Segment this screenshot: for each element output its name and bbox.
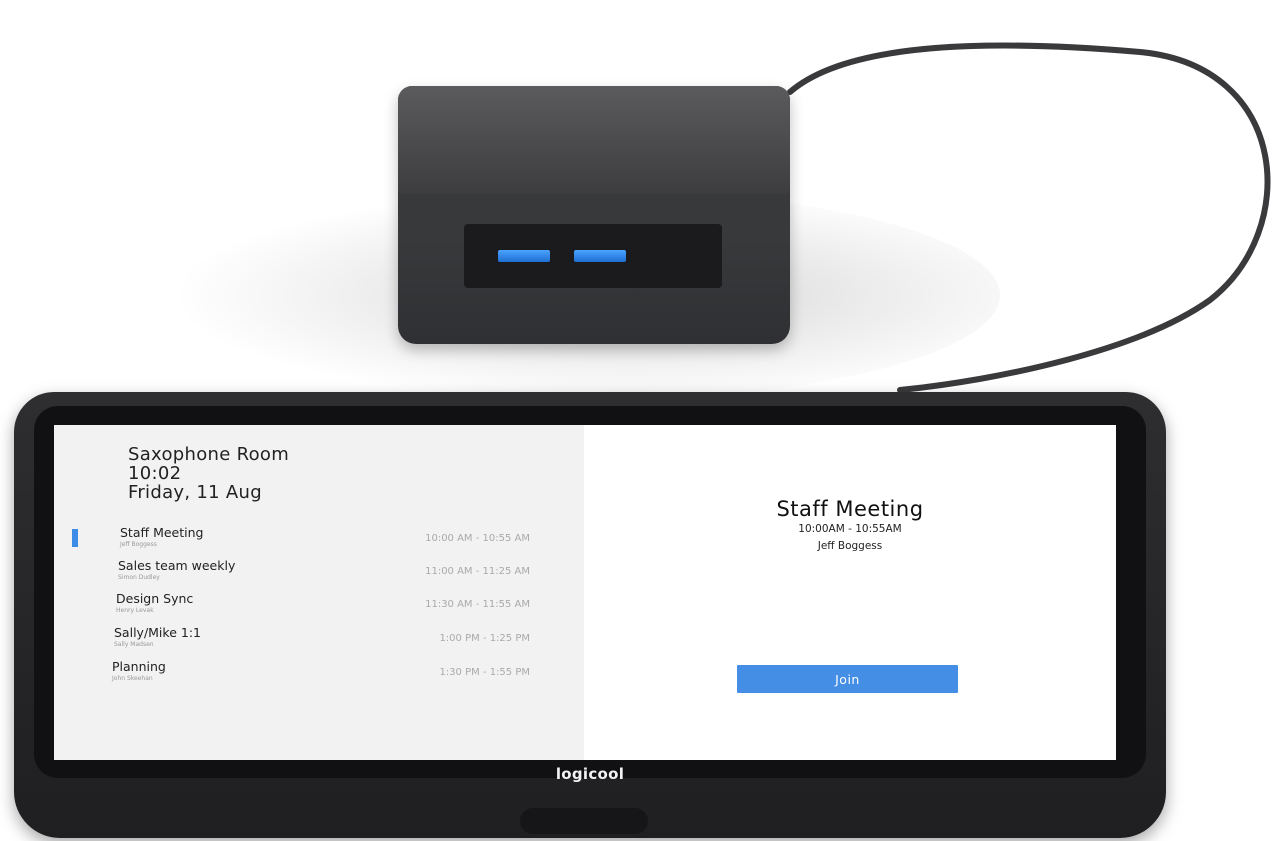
current-meeting-title: Staff Meeting [776, 497, 924, 521]
tablet-screen: Saxophone Room 10:02 Friday, 11 Aug Staf… [54, 425, 1116, 760]
agenda-item-title: Planning [112, 659, 166, 674]
current-meeting-time: 10:00AM - 10:55AM [798, 523, 902, 535]
room-name: Saxophone Room [128, 444, 290, 465]
agenda-item-title: Sales team weekly [118, 558, 236, 573]
sensor-window [520, 808, 648, 834]
join-button[interactable]: Join [737, 665, 958, 693]
current-date: Friday, 11 Aug [128, 482, 262, 503]
usb-port-panel [464, 224, 722, 288]
usb-port-icon [498, 250, 550, 262]
agenda-item-time: 11:30 AM - 11:55 AM [425, 599, 530, 610]
agenda-item-planning[interactable]: Planning John Skeehan 1:30 PM - 1:55 PM [112, 659, 530, 689]
usb-hub [398, 86, 790, 344]
agenda-item-organizer: Simon Dudley [118, 574, 160, 581]
active-meeting-indicator [72, 529, 78, 547]
room-tablet: Saxophone Room 10:02 Friday, 11 Aug Staf… [14, 392, 1166, 838]
agenda-item-time: 11:00 AM - 11:25 AM [425, 566, 530, 577]
agenda-item-organizer: Henry Levak [116, 607, 154, 614]
agenda-item-title: Staff Meeting [120, 525, 204, 540]
agenda-item-organizer: Sally Madsen [114, 641, 154, 648]
agenda-item-design-sync[interactable]: Design Sync Henry Levak 11:30 AM - 11:55… [116, 591, 530, 621]
current-meeting-organizer: Jeff Boggess [817, 540, 883, 552]
usb-port-icon [574, 250, 626, 262]
agenda-item-title: Design Sync [116, 591, 194, 606]
agenda-item-staff-meeting[interactable]: Staff Meeting Jeff Boggess 10:00 AM - 10… [120, 525, 530, 555]
brand-logo: logicool [555, 765, 625, 783]
current-time: 10:02 [128, 463, 182, 484]
agenda-item-sales-team-weekly[interactable]: Sales team weekly Simon Dudley 11:00 AM … [118, 558, 530, 588]
agenda-item-time: 1:30 PM - 1:55 PM [439, 667, 530, 678]
agenda-item-title: Sally/Mike 1:1 [114, 625, 201, 640]
current-meeting-pane: Staff Meeting 10:00AM - 10:55AM Jeff Bog… [584, 425, 1116, 760]
agenda-item-sally-mike[interactable]: Sally/Mike 1:1 Sally Madsen 1:00 PM - 1:… [114, 625, 530, 655]
agenda-item-time: 1:00 PM - 1:25 PM [439, 633, 530, 644]
agenda-item-time: 10:00 AM - 10:55 AM [425, 533, 530, 544]
agenda-pane: Saxophone Room 10:02 Friday, 11 Aug Staf… [54, 425, 584, 760]
agenda-item-organizer: John Skeehan [112, 675, 153, 682]
hub-top-surface [398, 86, 790, 194]
agenda-item-organizer: Jeff Boggess [120, 541, 157, 548]
